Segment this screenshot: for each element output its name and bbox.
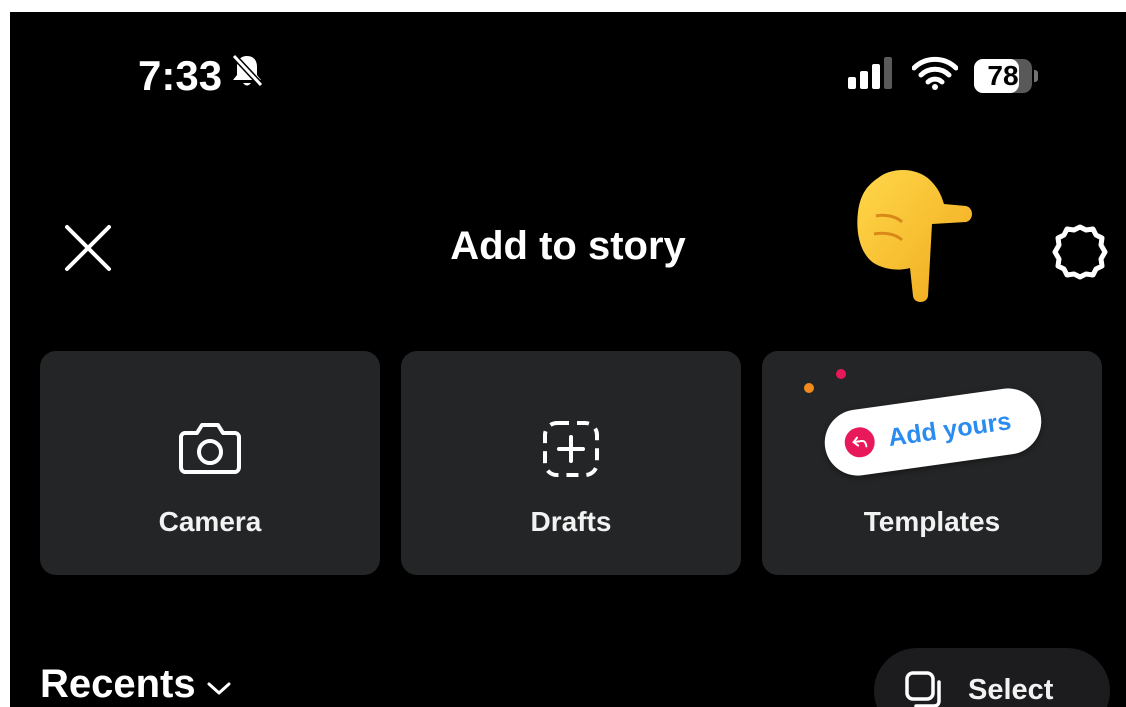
status-indicators: 78 [848, 56, 1038, 95]
camera-icon [179, 419, 241, 480]
select-button[interactable]: Select [874, 648, 1110, 707]
pointing-hand-icon [848, 164, 978, 304]
orange-dot [804, 383, 814, 393]
tile-drafts[interactable]: Drafts [401, 351, 741, 575]
multi-select-icon [904, 670, 944, 707]
wifi-icon [911, 56, 959, 95]
tile-templates-label: Templates [863, 506, 1001, 537]
tile-drafts-icon-wrap [401, 419, 741, 484]
tile-drafts-label: Drafts [530, 506, 612, 537]
story-screen: 7:33 78 Add to story Camera Drafts Add y… [10, 12, 1126, 707]
recents-label: Recents [40, 662, 196, 706]
tile-camera-label: Camera [158, 506, 262, 537]
reply-arrow-icon [842, 425, 877, 460]
pink-dot [836, 369, 846, 379]
battery-percent: 78 [987, 59, 1019, 91]
sticker-text: Add yours [886, 406, 1013, 452]
bell-slash-icon [230, 52, 264, 100]
tile-camera-icon-wrap [40, 419, 380, 480]
settings-button[interactable] [1048, 222, 1112, 286]
dashed-plus-square-icon [541, 419, 601, 484]
gear-icon [1049, 221, 1111, 288]
battery-tip [1034, 69, 1038, 82]
tile-templates[interactable]: Add yours Templates [762, 351, 1102, 575]
recents-dropdown[interactable]: Recents [40, 662, 232, 707]
add-yours-sticker: Add yours [820, 384, 1046, 480]
chevron-down-icon [206, 662, 232, 707]
tile-camera[interactable]: Camera [40, 351, 380, 575]
cellular-signal-icon [848, 57, 896, 94]
status-time-text: 7:33 [138, 52, 223, 99]
status-time: 7:33 [138, 52, 264, 100]
battery-icon: 78 [974, 58, 1032, 93]
select-label: Select [968, 674, 1054, 706]
